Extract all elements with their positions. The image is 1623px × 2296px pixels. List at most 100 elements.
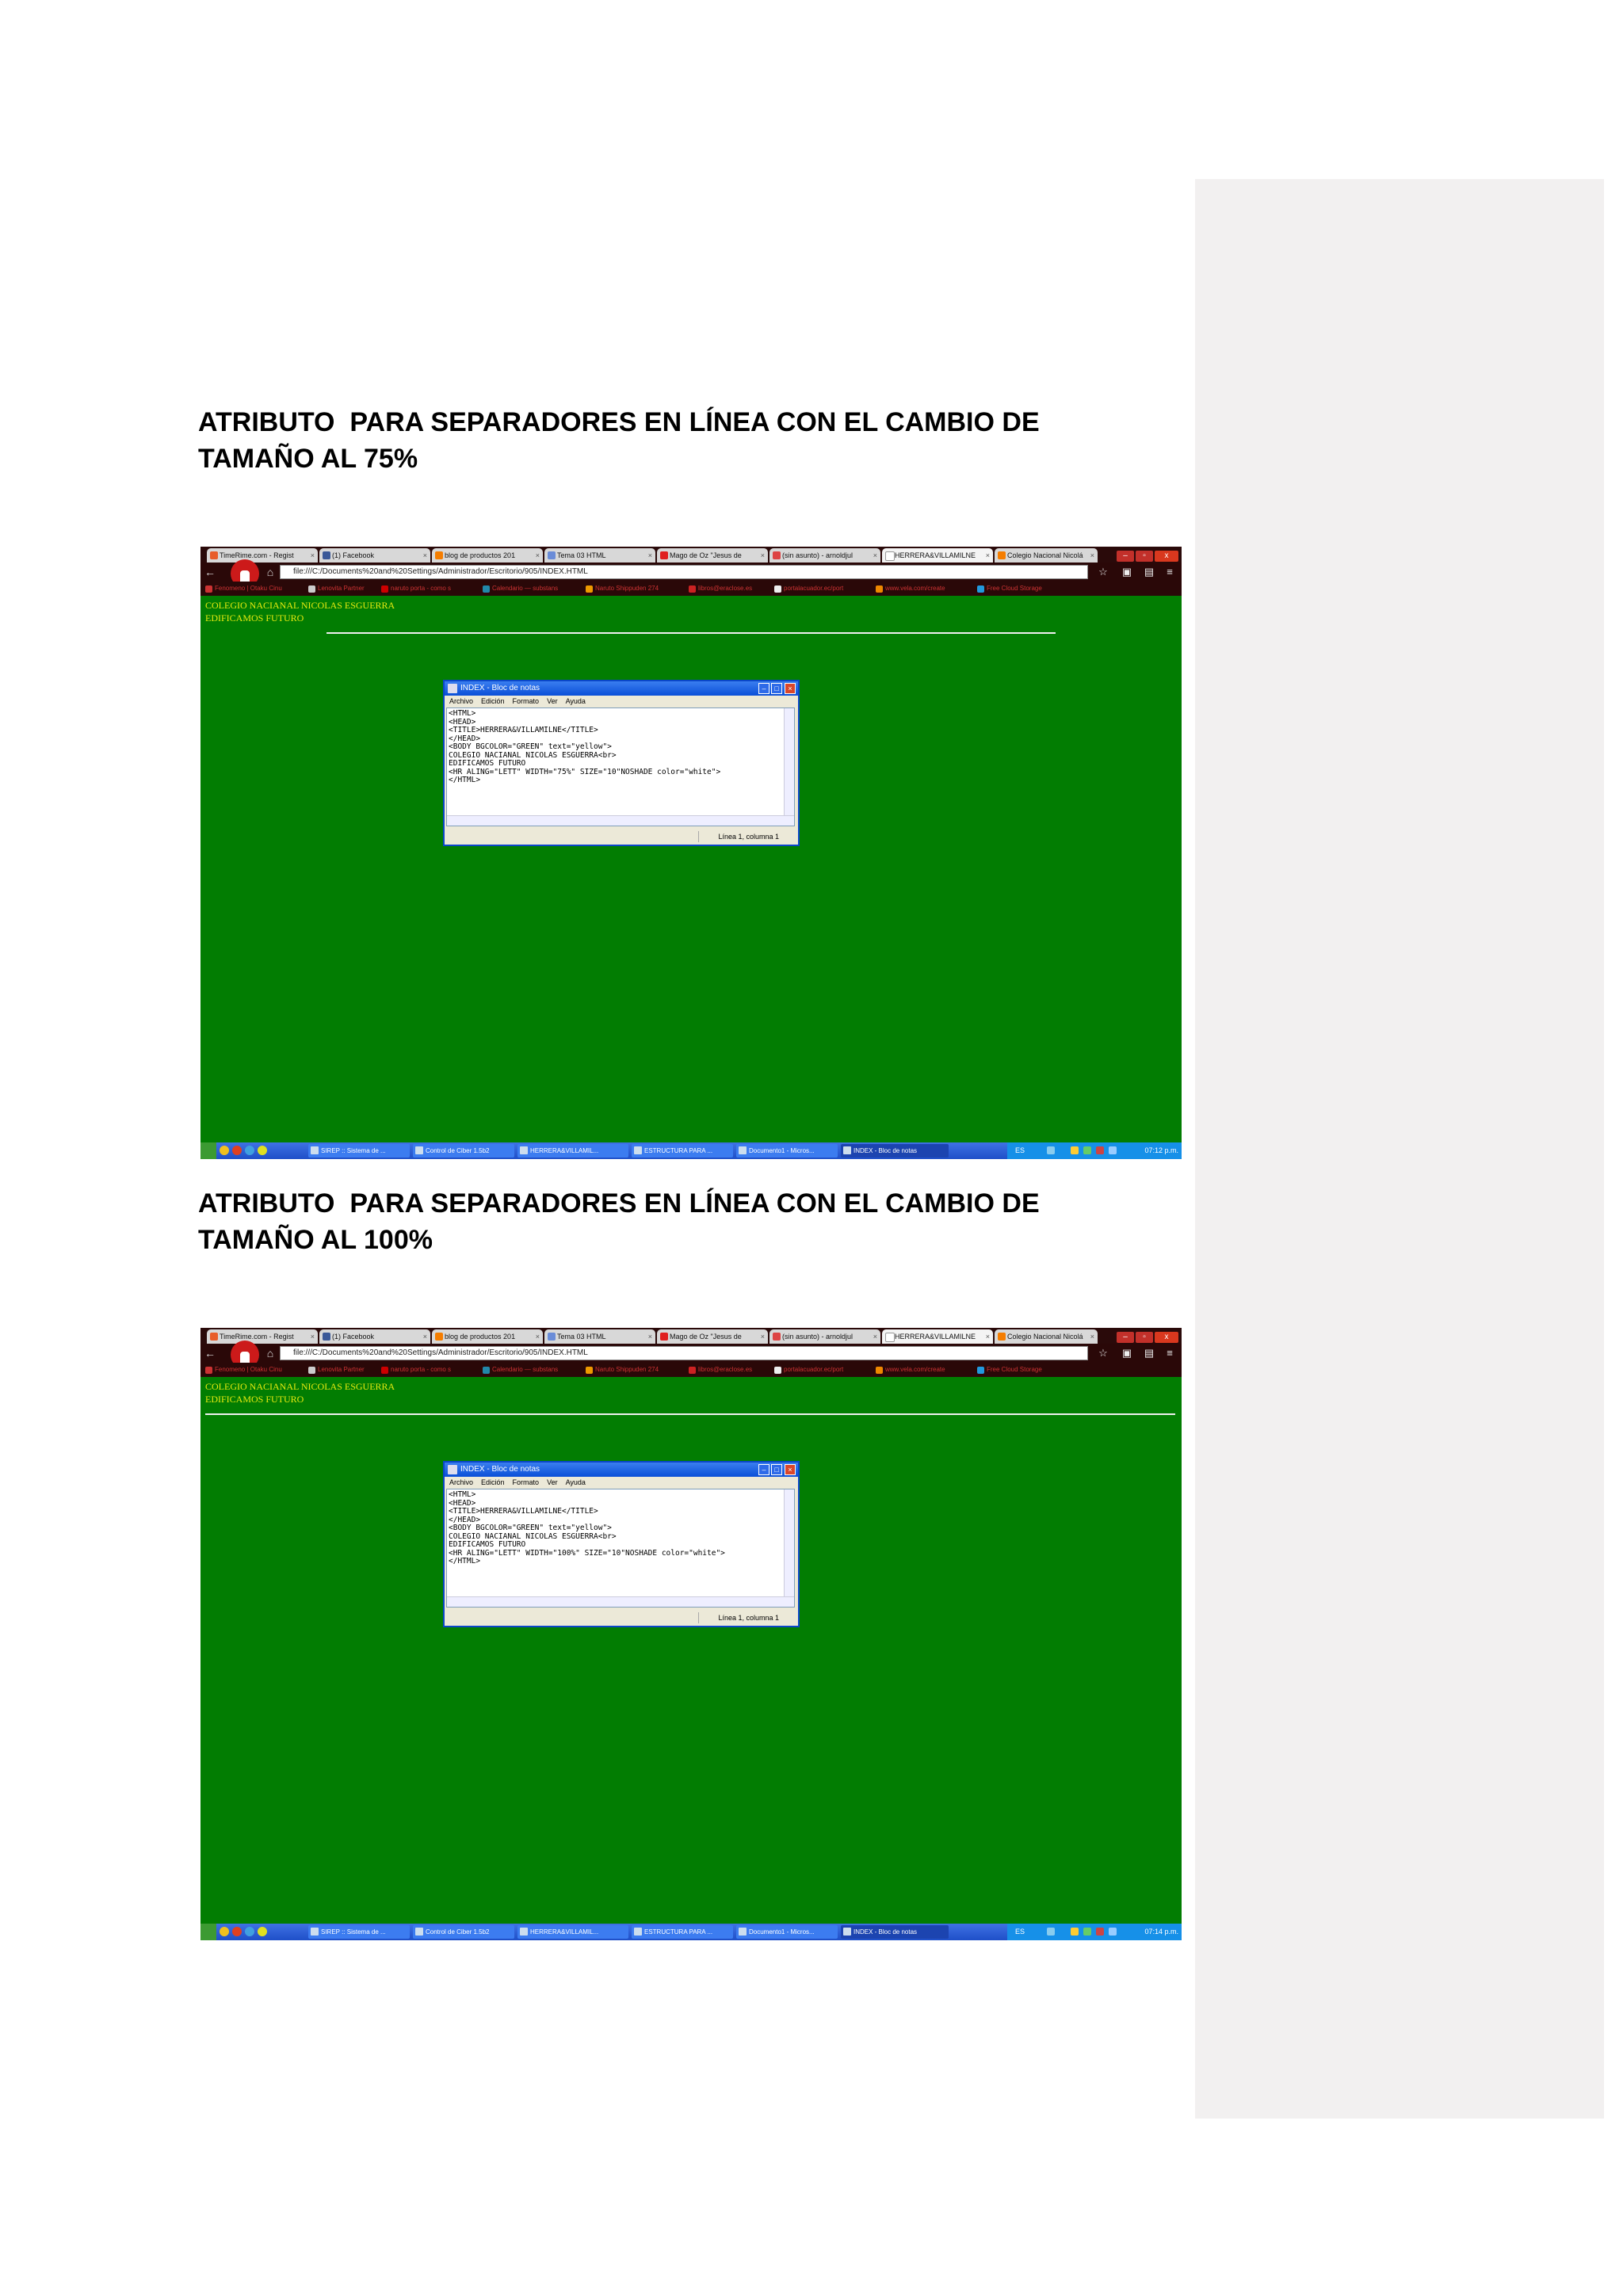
browser-tab[interactable]: TimeRime.com - Regist × bbox=[207, 548, 318, 563]
tray-icon[interactable] bbox=[1071, 1928, 1079, 1936]
maximize-button[interactable]: ▫ bbox=[1136, 1332, 1153, 1343]
bookmark-item[interactable]: Calendario — substans bbox=[483, 1364, 558, 1375]
taskbar-item[interactable]: Documento1 - Micros... bbox=[736, 1144, 838, 1158]
bookmark-item[interactable]: portalacuador.ec/port bbox=[774, 1364, 843, 1375]
home-icon[interactable]: ⌂ bbox=[264, 566, 277, 578]
tray-icon[interactable] bbox=[1083, 1146, 1091, 1154]
maximize-icon[interactable]: □ bbox=[771, 1464, 782, 1475]
notepad-titlebar[interactable]: INDEX - Bloc de notas – □ × bbox=[445, 681, 798, 696]
close-tab-icon[interactable]: × bbox=[423, 1329, 427, 1344]
language-indicator[interactable]: ES bbox=[1015, 1924, 1025, 1940]
close-tab-icon[interactable]: × bbox=[873, 1329, 877, 1344]
bookmark-star-icon[interactable]: ☆ bbox=[1096, 1347, 1110, 1360]
taskbar-item-active[interactable]: INDEX - Bloc de notas bbox=[841, 1925, 949, 1939]
notepad-titlebar[interactable]: INDEX - Bloc de notas – □ × bbox=[445, 1463, 798, 1477]
address-bar[interactable]: file:///C:/Documents%20and%20Settings/Ad… bbox=[280, 1346, 1088, 1360]
bookmark-item[interactable]: Naruto Shippuden 274 bbox=[586, 583, 659, 594]
browser-tab[interactable]: (1) Facebook × bbox=[319, 548, 430, 563]
horizontal-scrollbar[interactable] bbox=[447, 815, 794, 826]
quicklaunch-icon[interactable] bbox=[232, 1927, 242, 1936]
menu-ayuda[interactable]: Ayuda bbox=[566, 697, 586, 705]
close-tab-icon[interactable]: × bbox=[648, 1329, 652, 1344]
browser-tab[interactable]: Colegio Nacional Nicolá × bbox=[995, 1329, 1098, 1344]
notepad-editor[interactable]: <HTML> <HEAD> <TITLE>HERRERA&VILLAMILNE<… bbox=[446, 1489, 795, 1608]
quicklaunch-icon[interactable] bbox=[220, 1146, 229, 1155]
horizontal-scrollbar[interactable] bbox=[447, 1596, 794, 1607]
bookmark-item[interactable]: naruto porta - como s bbox=[381, 1364, 451, 1375]
browser-tab-active[interactable]: HERRERA&VILLAMILNE × bbox=[882, 1329, 993, 1344]
taskbar-item[interactable]: Control de Ciber 1.5b2 bbox=[413, 1925, 514, 1939]
close-icon[interactable]: × bbox=[785, 1464, 796, 1475]
browser-tab[interactable]: Tema 03 HTML × bbox=[544, 1329, 655, 1344]
tray-icon[interactable] bbox=[1096, 1928, 1104, 1936]
bookmark-item[interactable]: Calendario — substans bbox=[483, 583, 558, 594]
home-icon[interactable]: ⌂ bbox=[264, 1347, 277, 1360]
menu-edicion[interactable]: Edición bbox=[481, 697, 505, 705]
bookmark-item[interactable]: Lenovita Partner bbox=[308, 1364, 365, 1375]
close-tab-icon[interactable]: × bbox=[873, 548, 877, 563]
vertical-scrollbar[interactable] bbox=[784, 1489, 794, 1607]
extension-icon[interactable]: ▤ bbox=[1142, 566, 1156, 578]
taskbar-item[interactable]: Control de Ciber 1.5b2 bbox=[413, 1144, 514, 1158]
back-arrow-icon[interactable]: ← bbox=[204, 1347, 216, 1360]
close-tab-icon[interactable]: × bbox=[761, 548, 765, 563]
bookmark-item[interactable]: Free Cloud Storage bbox=[977, 583, 1042, 594]
back-arrow-icon[interactable]: ← bbox=[204, 566, 216, 578]
menu-archivo[interactable]: Archivo bbox=[449, 697, 473, 705]
bookmark-item[interactable]: Free Cloud Storage bbox=[977, 1364, 1042, 1375]
close-tab-icon[interactable]: × bbox=[1090, 548, 1094, 563]
menu-ayuda[interactable]: Ayuda bbox=[566, 1478, 586, 1486]
taskbar-item[interactable]: ESTRUCTURA PARA ... bbox=[632, 1144, 733, 1158]
quicklaunch-icon[interactable] bbox=[245, 1146, 254, 1155]
close-tab-icon[interactable]: × bbox=[986, 548, 990, 563]
menu-icon[interactable]: ≡ bbox=[1163, 566, 1177, 578]
bookmark-item[interactable]: naruto porta - como s bbox=[381, 583, 451, 594]
tray-icon[interactable] bbox=[1096, 1146, 1104, 1154]
taskbar-item[interactable]: Documento1 - Micros... bbox=[736, 1925, 838, 1939]
menu-formato[interactable]: Formato bbox=[513, 697, 540, 705]
menu-icon[interactable]: ≡ bbox=[1163, 1347, 1177, 1360]
tray-icon[interactable] bbox=[1083, 1928, 1091, 1936]
quicklaunch-icon[interactable] bbox=[245, 1927, 254, 1936]
bookmark-star-icon[interactable]: ☆ bbox=[1096, 566, 1110, 578]
taskbar-item-active[interactable]: INDEX - Bloc de notas bbox=[841, 1144, 949, 1158]
close-icon[interactable]: × bbox=[785, 683, 796, 694]
taskbar-item[interactable]: HERRERA&VILLAMIL... bbox=[517, 1144, 628, 1158]
menu-ver[interactable]: Ver bbox=[547, 697, 558, 705]
quicklaunch-icon[interactable] bbox=[220, 1927, 229, 1936]
close-tab-icon[interactable]: × bbox=[761, 1329, 765, 1344]
notepad-editor[interactable]: <HTML> <HEAD> <TITLE>HERRERA&VILLAMILNE<… bbox=[446, 707, 795, 826]
bookmark-item[interactable]: Fenomeno | Otaku Cinu bbox=[205, 583, 282, 594]
close-tab-icon[interactable]: × bbox=[986, 1329, 990, 1344]
taskbar-item[interactable]: SIREP :: Sistema de ... bbox=[308, 1925, 410, 1939]
language-indicator[interactable]: ES bbox=[1015, 1142, 1025, 1159]
maximize-button[interactable]: ▫ bbox=[1136, 551, 1153, 562]
bookmark-item[interactable]: Naruto Shippuden 274 bbox=[586, 1364, 659, 1375]
tray-icon[interactable] bbox=[1071, 1146, 1079, 1154]
extension-icon[interactable]: ▣ bbox=[1120, 1347, 1134, 1360]
browser-tab[interactable]: blog de productos 201 × bbox=[432, 1329, 543, 1344]
minimize-icon[interactable]: – bbox=[758, 683, 769, 694]
menu-formato[interactable]: Formato bbox=[513, 1478, 540, 1486]
close-tab-icon[interactable]: × bbox=[536, 548, 540, 563]
maximize-icon[interactable]: □ bbox=[771, 683, 782, 694]
browser-tab[interactable]: Mago de Oz "Jesus de × bbox=[657, 1329, 768, 1344]
close-tab-icon[interactable]: × bbox=[311, 1329, 315, 1344]
tray-icon[interactable] bbox=[1047, 1146, 1055, 1154]
close-tab-icon[interactable]: × bbox=[311, 548, 315, 563]
extension-icon[interactable]: ▤ bbox=[1142, 1347, 1156, 1360]
quicklaunch-icon[interactable] bbox=[258, 1927, 267, 1936]
start-button[interactable] bbox=[200, 1924, 216, 1940]
browser-tab[interactable]: (sin asunto) - arnoldjul × bbox=[769, 548, 880, 563]
bookmark-item[interactable]: libros@eraclose.es bbox=[689, 1364, 752, 1375]
taskbar-item[interactable]: HERRERA&VILLAMIL... bbox=[517, 1925, 628, 1939]
minimize-button[interactable]: – bbox=[1117, 551, 1134, 562]
browser-tab[interactable]: Mago de Oz "Jesus de × bbox=[657, 548, 768, 563]
menu-ver[interactable]: Ver bbox=[547, 1478, 558, 1486]
bookmark-item[interactable]: www.vela.com/create bbox=[876, 583, 945, 594]
quicklaunch-icon[interactable] bbox=[258, 1146, 267, 1155]
bookmark-item[interactable]: libros@eraclose.es bbox=[689, 583, 752, 594]
tray-icon[interactable] bbox=[1047, 1928, 1055, 1936]
browser-tab[interactable]: blog de productos 201 × bbox=[432, 548, 543, 563]
bookmark-item[interactable]: www.vela.com/create bbox=[876, 1364, 945, 1375]
